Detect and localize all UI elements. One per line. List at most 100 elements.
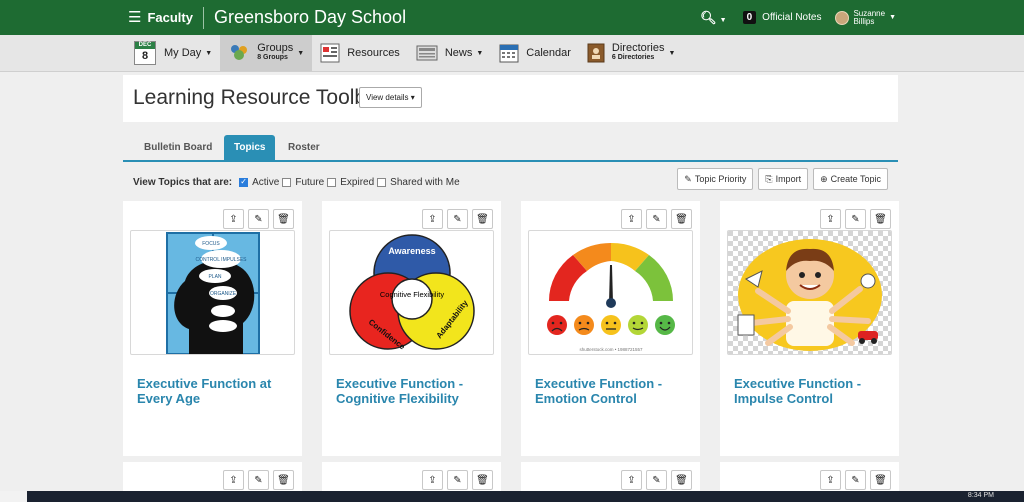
topic-card[interactable]: ⇪ ✎ 🗑︎ FOCUS CONTROL IMPULSES PLAN ORGAN… — [123, 201, 302, 456]
topic-title[interactable]: Executive Function at Every Age — [137, 376, 297, 406]
tab-roster[interactable]: Roster — [278, 135, 330, 160]
share-icon[interactable]: ⇪ — [621, 209, 642, 229]
edit-icon[interactable]: ✎ — [845, 470, 866, 490]
topic-card[interactable]: ⇪ ✎ 🗑︎ shutterstock.com • 1988721557 Exe… — [521, 201, 700, 456]
import-label: Import — [775, 174, 802, 184]
search-icon[interactable]: 🔍︎ ▼ — [700, 10, 726, 26]
topic-image[interactable]: Awareness Cognitive Flexibility Confiden… — [329, 230, 494, 355]
topic-image[interactable]: shutterstock.com • 1988721557 — [528, 230, 693, 355]
nav-directories-text: Directories 6 Directories — [611, 42, 665, 62]
delete-icon[interactable]: 🗑︎ — [870, 209, 891, 229]
focus-bubble-text: FOCUS — [202, 241, 220, 247]
edit-icon[interactable]: ✎ — [447, 209, 468, 229]
chevron-down-icon[interactable]: ▼ — [889, 14, 896, 21]
topic-card[interactable]: ⇪ ✎ 🗑︎ Awareness Cognitive Flexibility C… — [322, 201, 501, 456]
chevron-down-icon: ▼ — [297, 49, 305, 57]
user-avatar[interactable] — [835, 10, 850, 25]
delete-icon[interactable]: 🗑︎ — [472, 470, 493, 490]
school-name[interactable]: Greensboro Day School — [214, 7, 406, 28]
delete-icon[interactable]: 🗑︎ — [472, 209, 493, 229]
image-caption: shutterstock.com • 1988721557 — [579, 347, 643, 352]
view-details-button[interactable]: View details ▾ — [359, 87, 422, 108]
groups-icon — [231, 45, 248, 60]
card-tools: ⇪ ✎ 🗑︎ — [617, 470, 692, 490]
calendar-icon — [499, 44, 519, 63]
hamburger-menu-icon[interactable]: ☰ — [128, 10, 141, 25]
tab-bulletin-board[interactable]: Bulletin Board — [134, 135, 222, 160]
divider — [202, 6, 204, 29]
resources-icon — [320, 43, 340, 63]
official-notes-link[interactable]: Official Notes — [762, 12, 821, 23]
topic-card[interactable]: ⇪ ✎ 🗑︎ Executive Function - Impulse Cont… — [720, 201, 899, 456]
emotion-gauge-image: shutterstock.com • 1988721557 — [547, 242, 675, 352]
shared-checkbox[interactable] — [377, 177, 387, 187]
tab-topics[interactable]: Topics — [224, 135, 276, 160]
delete-icon[interactable]: 🗑︎ — [870, 470, 891, 490]
topic-priority-button[interactable]: ✎ Topic Priority — [677, 168, 754, 190]
chevron-down-icon: ▼ — [668, 49, 676, 57]
calendar-day: 8 — [141, 50, 149, 62]
child-head-silhouette-image: FOCUS CONTROL IMPULSES PLAN ORGANIZE — [166, 232, 260, 354]
edit-icon[interactable]: ✎ — [248, 470, 269, 490]
share-icon[interactable]: ⇪ — [223, 470, 244, 490]
delete-icon[interactable]: 🗑︎ — [273, 470, 294, 490]
create-topic-button[interactable]: ⊕ Create Topic — [813, 168, 888, 190]
multitasking-cartoon-image — [728, 231, 891, 354]
nav-groups[interactable]: Groups 8 Groups ▼ — [220, 35, 313, 71]
share-icon[interactable]: ⇪ — [422, 209, 443, 229]
future-option-label: Future — [295, 176, 325, 188]
share-icon[interactable]: ⇪ — [820, 209, 841, 229]
topic-title[interactable]: Executive Function - Cognitive Flexibili… — [336, 376, 496, 406]
share-icon[interactable]: ⇪ — [621, 470, 642, 490]
awareness-label: Awareness — [388, 246, 435, 256]
faculty-menu-label[interactable]: Faculty — [147, 10, 193, 25]
edit-icon[interactable]: ✎ — [248, 209, 269, 229]
share-icon[interactable]: ⇪ — [820, 470, 841, 490]
expired-checkbox[interactable] — [327, 177, 337, 187]
card-tools: ⇪ ✎ 🗑︎ — [617, 209, 692, 229]
delete-icon[interactable]: 🗑︎ — [671, 470, 692, 490]
topic-image[interactable]: FOCUS CONTROL IMPULSES PLAN ORGANIZE — [130, 230, 295, 355]
calendar-date-icon: DEC 8 — [134, 41, 156, 65]
nav-my-day[interactable]: DEC 8 My Day ▼ — [126, 35, 220, 71]
create-topic-label: Create Topic — [830, 174, 881, 184]
share-icon[interactable]: ⇪ — [422, 470, 443, 490]
import-icon: ⎘ — [765, 174, 773, 184]
card-tools: ⇪ ✎ 🗑︎ — [219, 209, 294, 229]
cognitive-flexibility-label: Cognitive Flexibility — [380, 290, 444, 299]
import-button[interactable]: ⎘ Import — [758, 168, 809, 190]
notes-count-badge[interactable]: 0 — [742, 11, 757, 24]
nav-calendar[interactable]: Calendar — [491, 35, 579, 71]
os-taskbar: 8:34 PM — [0, 491, 1024, 502]
future-checkbox[interactable] — [282, 177, 292, 187]
nav-directories-label: Directories — [611, 42, 665, 54]
expired-option-label: Expired — [340, 176, 375, 188]
card-tools: ⇪ ✎ 🗑︎ — [816, 470, 891, 490]
top-bar-right: 🔍︎ ▼ 0 Official Notes Suzanne Billips ▼ — [700, 0, 1024, 35]
nav-resources[interactable]: Resources — [312, 35, 408, 71]
topic-title[interactable]: Executive Function - Emotion Control — [535, 376, 695, 406]
main-nav: DEC 8 My Day ▼ Groups 8 Groups ▼ Resourc… — [0, 35, 1024, 72]
nav-directories-count: 6 Directories — [611, 54, 655, 61]
delete-icon[interactable]: 🗑︎ — [671, 209, 692, 229]
topic-image[interactable] — [727, 230, 892, 355]
topic-title[interactable]: Executive Function - Impulse Control — [734, 376, 894, 406]
view-details-label: View details — [366, 93, 409, 102]
edit-icon[interactable]: ✎ — [646, 470, 667, 490]
nav-news[interactable]: News ▼ — [408, 35, 491, 71]
filter-label: View Topics that are: — [133, 176, 233, 188]
directory-icon — [587, 43, 605, 63]
active-option-label: Active — [252, 176, 280, 188]
chevron-down-icon: ▼ — [205, 49, 213, 57]
nav-directories[interactable]: Directories 6 Directories ▼ — [579, 35, 684, 71]
nav-calendar-label: Calendar — [526, 47, 571, 59]
edit-icon[interactable]: ✎ — [646, 209, 667, 229]
card-tools: ⇪ ✎ 🗑︎ — [816, 209, 891, 229]
edit-icon[interactable]: ✎ — [845, 209, 866, 229]
delete-icon[interactable]: 🗑︎ — [273, 209, 294, 229]
topic-actions: ✎ Topic Priority ⎘ Import ⊕ Create Topic — [672, 168, 888, 190]
active-checkbox[interactable]: ✓ — [239, 177, 249, 187]
share-icon[interactable]: ⇪ — [223, 209, 244, 229]
edit-icon[interactable]: ✎ — [447, 470, 468, 490]
user-name[interactable]: Suzanne Billips — [853, 9, 885, 26]
